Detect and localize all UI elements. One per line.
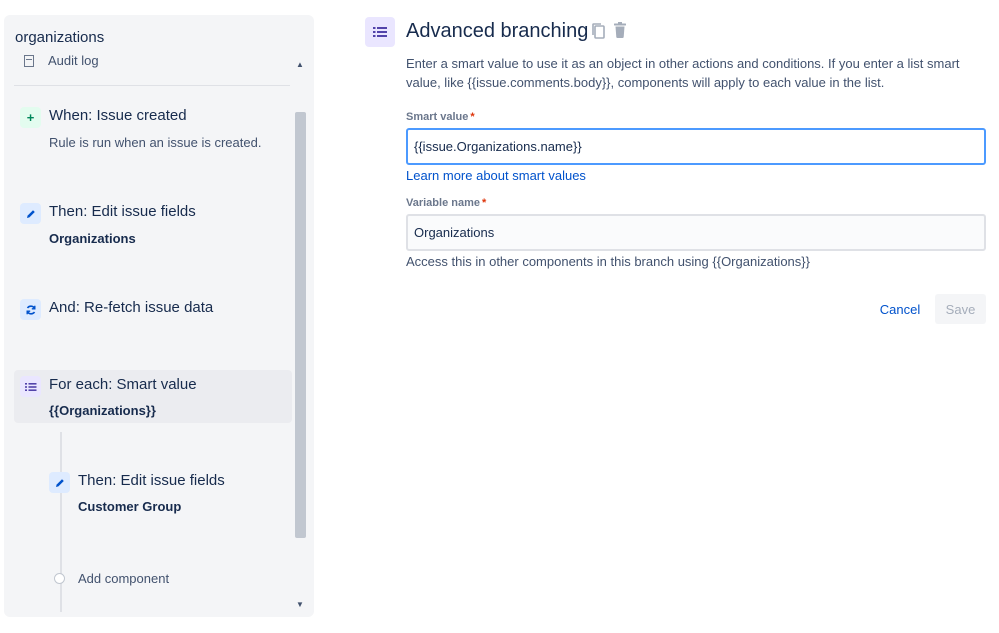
component-title: For each: Smart value bbox=[49, 376, 197, 393]
pencil-icon bbox=[20, 203, 41, 224]
scroll-down-arrow-icon[interactable]: ▼ bbox=[294, 600, 306, 610]
divider bbox=[14, 85, 290, 86]
add-component-label: Add component bbox=[78, 571, 170, 586]
plus-icon: + bbox=[20, 107, 41, 128]
audit-log-link[interactable]: Audit log bbox=[24, 53, 99, 68]
copy-icon[interactable] bbox=[590, 22, 606, 40]
scrollbar[interactable]: ▲ ▼ bbox=[294, 60, 306, 610]
cancel-button[interactable]: Cancel bbox=[870, 294, 930, 324]
refresh-icon bbox=[20, 299, 41, 320]
document-icon bbox=[24, 54, 34, 67]
variable-name-input[interactable] bbox=[406, 214, 986, 251]
rule-components-panel: organizations Audit log + When: Issue cr… bbox=[4, 15, 314, 617]
audit-log-label: Audit log bbox=[48, 53, 99, 68]
pencil-icon bbox=[49, 472, 70, 493]
scroll-up-arrow-icon[interactable]: ▲ bbox=[294, 60, 306, 70]
variable-help-text: Access this in other components in this … bbox=[406, 254, 810, 269]
component-detail: Rule is run when an issue is created. bbox=[49, 135, 262, 150]
component-detail: Customer Group bbox=[78, 499, 182, 514]
learn-more-link[interactable]: Learn more about smart values bbox=[406, 168, 586, 183]
component-title: And: Re-fetch issue data bbox=[49, 299, 214, 316]
save-button[interactable]: Save bbox=[935, 294, 986, 324]
trash-icon[interactable] bbox=[612, 21, 628, 39]
smart-value-label: Smart value * bbox=[406, 111, 475, 123]
smart-value-input[interactable] bbox=[406, 128, 986, 165]
component-title: When: Issue created bbox=[49, 107, 187, 124]
component-detail: {{Organizations}} bbox=[49, 403, 156, 418]
component-title: Then: Edit issue fields bbox=[49, 203, 196, 220]
component-title: Then: Edit issue fields bbox=[78, 472, 225, 489]
component-heading: Advanced branching bbox=[406, 20, 589, 42]
component-detail: Organizations bbox=[49, 231, 136, 246]
circle-icon bbox=[54, 573, 65, 584]
add-component-button[interactable]: Add component bbox=[54, 571, 169, 586]
required-marker: * bbox=[482, 197, 487, 209]
variable-name-label: Variable name * bbox=[406, 197, 487, 209]
scrollbar-thumb[interactable] bbox=[295, 112, 306, 538]
rule-name: organizations bbox=[15, 29, 105, 46]
list-icon bbox=[365, 17, 395, 47]
list-icon bbox=[20, 376, 41, 397]
required-marker: * bbox=[470, 111, 475, 123]
component-description: Enter a smart value to use it as an obje… bbox=[406, 56, 960, 90]
